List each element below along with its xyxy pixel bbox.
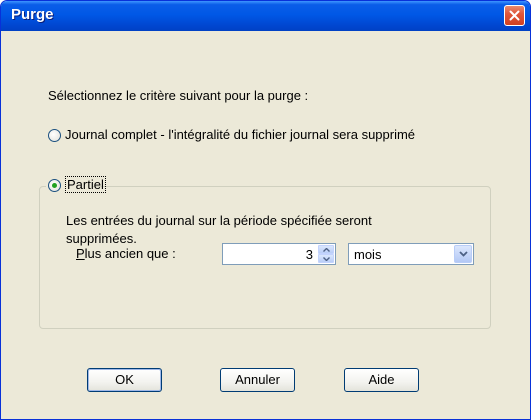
close-button[interactable] bbox=[504, 5, 525, 26]
spin-down-button[interactable] bbox=[318, 254, 334, 263]
unit-select[interactable]: mois bbox=[348, 243, 474, 265]
partial-group-header: Partiel bbox=[46, 176, 106, 196]
ok-button[interactable]: OK bbox=[87, 368, 162, 392]
title-bar[interactable]: Purge bbox=[1, 1, 530, 31]
chevron-down-icon bbox=[458, 251, 468, 257]
unit-select-dropdown-button[interactable] bbox=[454, 245, 472, 263]
older-than-label-rest: lus ancien que : bbox=[84, 246, 176, 261]
cancel-button[interactable]: Annuler bbox=[220, 368, 295, 392]
partial-description-line2: supprimées. bbox=[66, 231, 137, 246]
dialog-body: Sélectionnez le critère suivant pour la … bbox=[4, 31, 527, 416]
radio-full-log-label[interactable]: Journal complet - l'intégralité du fichi… bbox=[65, 127, 415, 142]
chevron-up-icon bbox=[322, 247, 330, 252]
help-button[interactable]: Aide bbox=[344, 368, 419, 392]
radio-partial-selected-dot bbox=[52, 183, 57, 188]
purge-prompt: Sélectionnez le critère suivant pour la … bbox=[48, 88, 309, 103]
spin-up-button[interactable] bbox=[318, 245, 334, 254]
radio-partial[interactable] bbox=[48, 179, 61, 192]
spinner-buttons bbox=[318, 245, 334, 263]
close-icon bbox=[509, 10, 520, 21]
radio-full-log[interactable] bbox=[48, 129, 61, 142]
purge-dialog: Purge Sélectionnez le critère suivant po… bbox=[0, 0, 531, 420]
unit-select-value: mois bbox=[354, 247, 382, 262]
older-than-label: Plus ancien que : bbox=[76, 246, 176, 261]
window-title: Purge bbox=[11, 6, 54, 23]
older-than-value[interactable]: 3 bbox=[306, 247, 313, 262]
partial-description-line1: Les entrées du journal sur la période sp… bbox=[66, 213, 372, 228]
chevron-down-icon bbox=[322, 256, 330, 261]
older-than-spinner[interactable]: 3 bbox=[222, 243, 336, 265]
radio-partial-label[interactable]: Partiel bbox=[65, 176, 106, 193]
